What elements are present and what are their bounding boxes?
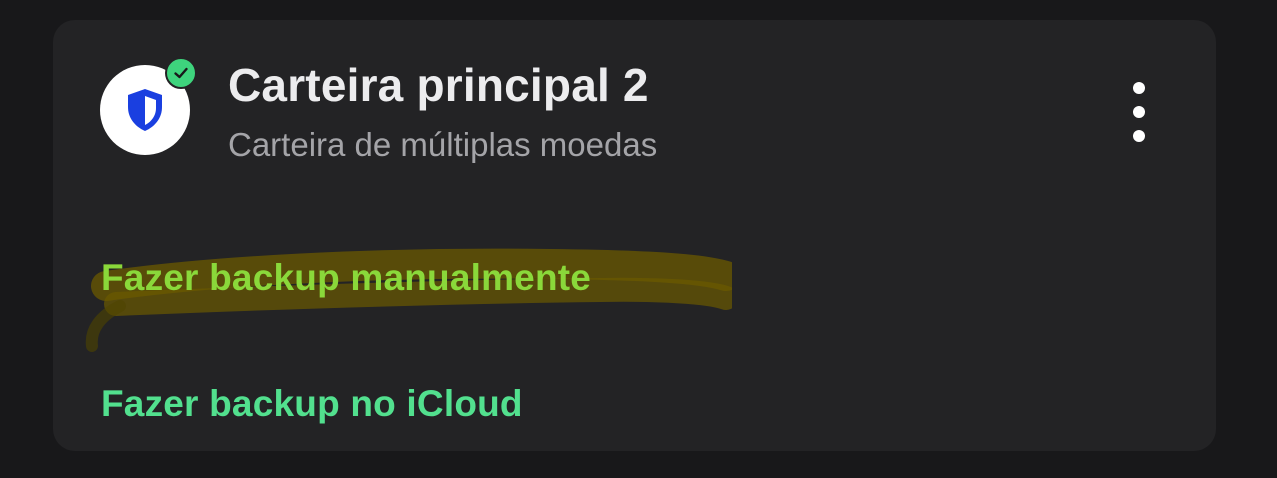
more-vertical-icon <box>1133 82 1145 94</box>
wallet-card: Carteira principal 2 Carteira de múltipl… <box>53 20 1216 451</box>
manual-backup-button[interactable]: Fazer backup manualmente <box>101 257 591 299</box>
wallet-subtitle: Carteira de múltiplas moedas <box>228 126 658 163</box>
verified-badge <box>165 57 197 89</box>
more-options-button[interactable] <box>1121 82 1157 142</box>
more-vertical-icon-dot <box>1133 106 1145 118</box>
check-icon <box>174 67 188 79</box>
wallet-title: Carteira principal 2 <box>228 59 649 111</box>
shield-icon <box>128 89 162 131</box>
more-vertical-icon-dot <box>1133 130 1145 142</box>
icloud-backup-button[interactable]: Fazer backup no iCloud <box>101 383 523 425</box>
